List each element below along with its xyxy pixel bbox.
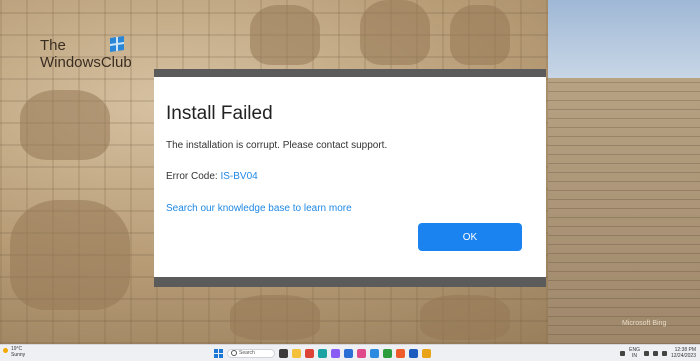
knowledge-base-link[interactable]: Search our knowledge base to learn more <box>166 203 352 214</box>
store-icon[interactable] <box>344 348 353 358</box>
wallpaper-carving <box>450 5 510 65</box>
logo-line2: WindowsClub <box>40 54 132 71</box>
wallpaper-sky <box>548 0 700 78</box>
language-line2: IN <box>632 353 638 359</box>
taskbar-apps: Search <box>214 348 431 358</box>
clock[interactable]: 12:38 PM 12/24/2023 <box>671 347 696 359</box>
mail-icon[interactable] <box>370 348 379 358</box>
windowsclub-logo: The WindowsClub <box>40 36 132 71</box>
search-placeholder: Search <box>239 350 255 356</box>
wallpaper-carving <box>360 0 430 65</box>
dialog-title: Install Failed <box>166 103 273 124</box>
wallpaper-carving <box>230 295 320 340</box>
ok-button[interactable]: OK <box>418 223 522 251</box>
system-tray: ENG IN 12:38 PM 12/24/2023 <box>620 346 696 360</box>
volume-icon[interactable] <box>652 350 658 356</box>
error-label: Error Code: <box>166 171 218 182</box>
taskbar: 19°C Sunny Search ENG IN 12:38 PM 12/24/… <box>0 344 700 361</box>
install-failed-dialog: Install Failed The installation is corru… <box>154 77 546 277</box>
weather-desc: Sunny <box>11 352 26 358</box>
chevron-up-icon[interactable] <box>620 350 626 356</box>
wallpaper-inscription <box>548 78 700 344</box>
file-explorer-icon[interactable] <box>292 348 301 358</box>
wallpaper-carving <box>420 295 510 340</box>
edge-icon[interactable] <box>318 348 327 358</box>
battery-icon[interactable] <box>661 350 667 356</box>
bing-watermark: Microsoft Bing <box>622 320 667 327</box>
taskbar-search[interactable]: Search <box>227 348 275 358</box>
copilot-icon[interactable] <box>331 348 340 358</box>
dialog-message: The installation is corrupt. Please cont… <box>166 140 388 151</box>
brave-icon[interactable] <box>396 348 405 358</box>
language-indicator[interactable]: ENG IN <box>629 347 640 359</box>
sun-icon <box>3 348 8 353</box>
task-view-icon[interactable] <box>279 348 288 358</box>
start-button[interactable] <box>214 348 223 358</box>
clock-date: 12/24/2023 <box>670 353 696 359</box>
photos-icon[interactable] <box>357 348 366 358</box>
wallpaper-carving <box>250 5 320 65</box>
wallpaper-carving <box>20 90 110 160</box>
word-icon[interactable] <box>409 348 418 358</box>
windows-logo-icon <box>110 36 124 52</box>
error-code: IS-BV04 <box>220 171 258 182</box>
error-line: Error Code: IS-BV04 <box>166 171 258 182</box>
chrome-icon[interactable] <box>305 348 314 358</box>
wifi-icon[interactable] <box>643 350 649 356</box>
wallpaper-carving <box>10 200 130 310</box>
xbox-icon[interactable] <box>383 348 392 358</box>
chrome-canary-icon[interactable] <box>422 348 431 358</box>
search-icon <box>231 350 237 356</box>
